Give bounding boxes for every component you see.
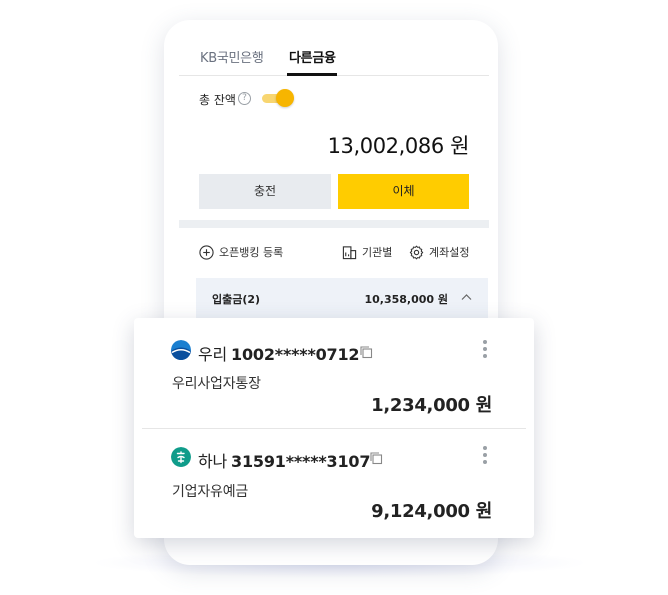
account-title: 하나 31591*****3107 (198, 448, 370, 472)
charge-button[interactable]: 충전 (199, 174, 331, 209)
open-banking-register-button[interactable]: 오픈뱅킹 등록 (199, 242, 283, 262)
deposit-section-title: 입출금(2) (212, 293, 261, 306)
account-title: 우리 1002*****0712 (198, 341, 360, 365)
transfer-button[interactable]: 이체 (338, 174, 469, 209)
copy-icon[interactable] (359, 345, 373, 359)
by-institution-label: 기관별 (362, 246, 393, 259)
active-tab-indicator (287, 73, 337, 76)
woori-bank-logo-icon (171, 340, 191, 360)
account-number: 31591*****3107 (231, 452, 371, 471)
more-options-icon[interactable] (479, 446, 491, 466)
account-product-name: 우리사업자통장 (172, 376, 261, 392)
account-item[interactable]: 하나 31591*****3107 기업자유예금 9,124,000 원 (134, 428, 534, 538)
help-icon[interactable]: ? (238, 92, 251, 105)
deposit-section-amount: 10,358,000 원 (364, 293, 448, 306)
account-settings-label: 계좌설정 (429, 246, 470, 259)
plus-circle-icon (199, 244, 214, 260)
tab-kb-bank[interactable]: KB국민은행 (200, 47, 264, 66)
toggle-knob (276, 89, 294, 107)
open-banking-label: 오픈뱅킹 등록 (219, 246, 284, 259)
tab-bar: KB국민은행 다른금융 (179, 20, 489, 76)
account-product-name: 기업자유예금 (172, 484, 249, 500)
account-balance: 9,124,000 원 (371, 501, 492, 522)
hana-bank-logo-icon (171, 447, 191, 467)
account-settings-button[interactable]: 계좌설정 (409, 242, 469, 262)
deposit-section-header[interactable]: 입출금(2) 10,358,000 원 (196, 278, 488, 318)
by-institution-button[interactable]: 기관별 (342, 242, 392, 262)
bank-name: 우리 (198, 345, 228, 364)
copy-icon[interactable] (369, 451, 383, 465)
bank-name: 하나 (198, 452, 228, 471)
account-list-card: 우리 1002*****0712 우리사업자통장 1,234,000 원 하나 31… (134, 318, 534, 538)
section-divider (179, 220, 489, 228)
account-item[interactable]: 우리 1002*****0712 우리사업자통장 1,234,000 원 (134, 318, 534, 428)
total-balance-label: 총 잔액 (199, 93, 236, 107)
chevron-up-icon[interactable] (461, 293, 472, 301)
account-balance: 1,234,000 원 (371, 395, 492, 416)
building-icon (342, 245, 357, 259)
gear-icon (409, 245, 424, 259)
balance-visibility-toggle[interactable] (262, 89, 296, 107)
account-number: 1002*****0712 (231, 345, 360, 364)
total-balance-amount: 13,002,086 원 (327, 134, 470, 158)
more-options-icon[interactable] (479, 340, 491, 360)
tab-other-finance[interactable]: 다른금융 (289, 47, 336, 66)
